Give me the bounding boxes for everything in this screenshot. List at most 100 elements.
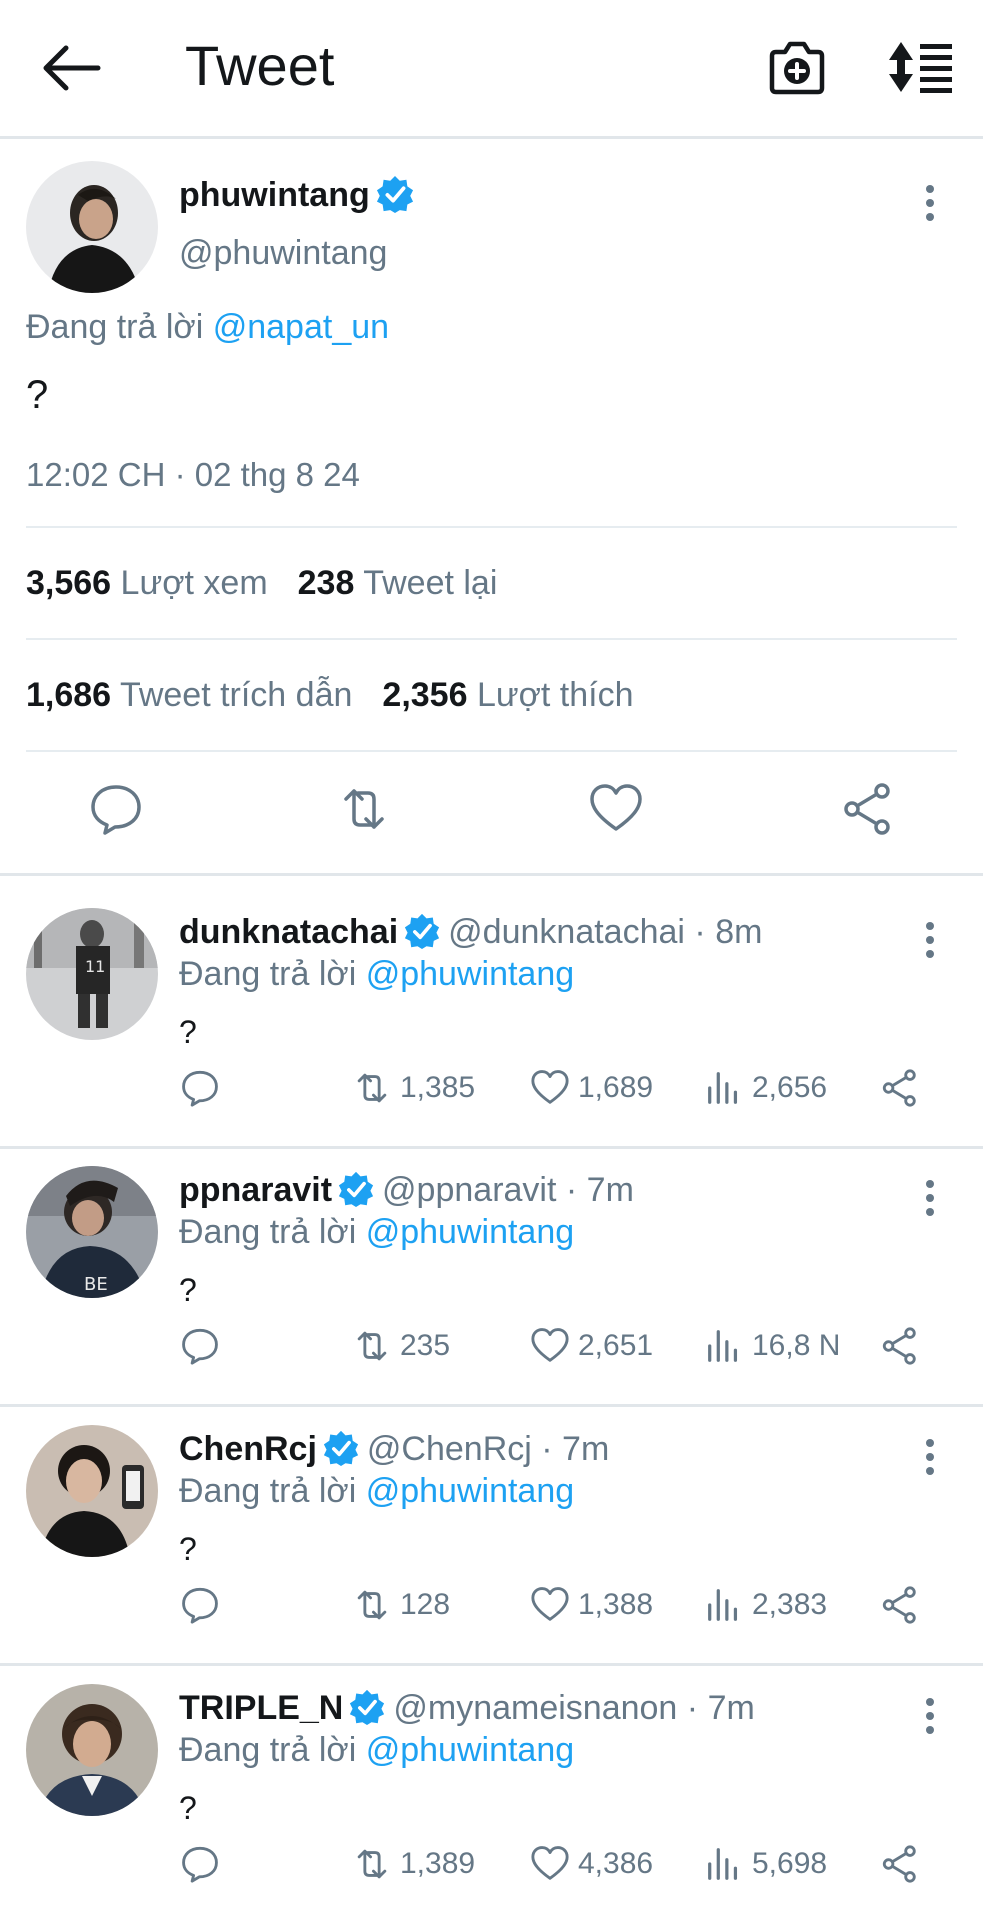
like-icon <box>531 1587 569 1621</box>
more-vertical-icon[interactable] <box>920 183 940 223</box>
reply-header: ppnaravit @ppnaravit · 7m <box>179 1170 634 1210</box>
likes-label: Lượt thích <box>476 676 634 714</box>
like-button[interactable]: 1,388 <box>530 1583 653 1627</box>
user-handle[interactable]: @mynameisnanon <box>393 1689 677 1727</box>
engagement-stats-row-2: 1,686 Tweet trích dẫn 2,356 Lượt thích <box>26 675 634 715</box>
tweet-text: ? <box>26 373 49 417</box>
reply-time: 8m <box>715 913 763 951</box>
quotes-stat[interactable]: 1,686 Tweet trích dẫn <box>26 676 352 714</box>
views-button[interactable]: 5,698 <box>704 1842 827 1886</box>
quotes-label: Tweet trích dẫn <box>119 676 353 714</box>
reply-tweet[interactable]: TRIPLE_N @mynameisnanon · 7m Đang trả lời… <box>0 1652 983 1910</box>
user-handle[interactable]: @phuwintang <box>179 233 387 273</box>
avatar[interactable]: BE <box>26 1166 158 1298</box>
more-vertical-icon[interactable] <box>920 920 940 960</box>
tweet-timestamp: 12:02 CH · 02 thg 8 24 <box>26 456 360 493</box>
like-icon[interactable] <box>588 781 644 837</box>
share-icon[interactable] <box>840 781 896 837</box>
retweet-button[interactable]: 1,389 <box>352 1842 475 1886</box>
replying-to-label: Đang trả lời <box>179 1731 357 1769</box>
mention-link[interactable]: @phuwintang <box>366 1731 574 1769</box>
reply-button[interactable] <box>180 1324 220 1368</box>
views-icon <box>708 1330 738 1362</box>
share-icon <box>882 1586 916 1624</box>
display-name[interactable]: ChenRcj <box>179 1430 317 1468</box>
reply-text: ? <box>179 1531 197 1567</box>
views-count: 16,8 N <box>752 1329 841 1362</box>
retweets-stat[interactable]: 238 Tweet lại <box>298 564 498 602</box>
separator-dot: · <box>684 913 716 951</box>
views-button[interactable]: 16,8 N <box>704 1324 840 1368</box>
retweet-icon <box>357 1073 387 1103</box>
reply-icon <box>182 1070 218 1107</box>
reply-tweet[interactable]: ChenRcj @ChenRcj · 7m Đang trả lời @phuwi… <box>0 1393 983 1651</box>
sort-icon[interactable] <box>888 40 954 94</box>
reply-button[interactable] <box>180 1066 220 1110</box>
avatar[interactable] <box>26 161 158 293</box>
retweet-icon <box>357 1849 387 1879</box>
likes-count: 2,356 <box>382 676 468 714</box>
like-count: 1,689 <box>578 1071 654 1104</box>
more-vertical-icon[interactable] <box>920 1178 940 1218</box>
display-name[interactable]: phuwintang <box>179 175 414 216</box>
views-stat[interactable]: 3,566 Lượt xem <box>26 564 268 602</box>
avatar[interactable] <box>26 1425 158 1557</box>
like-count: 4,386 <box>578 1847 654 1880</box>
retweet-icon <box>357 1590 387 1620</box>
display-name[interactable]: ppnaravit <box>179 1171 332 1209</box>
reply-action-bar: 1,389 4,386 5,698 <box>0 1842 983 1886</box>
retweets-count: 238 <box>297 564 355 602</box>
reply-tweet[interactable]: BE ppnaravit @ppnaravit · 7m Đang trả lời… <box>0 1134 983 1392</box>
svg-text:11: 11 <box>85 957 105 976</box>
reply-text: ? <box>179 1272 197 1308</box>
share-button[interactable] <box>880 1066 920 1110</box>
retweet-icon[interactable] <box>336 781 392 837</box>
reply-button[interactable] <box>180 1842 220 1886</box>
display-name[interactable]: dunknatachai <box>179 913 398 951</box>
like-icon <box>531 1846 569 1880</box>
replying-to-label: Đang trả lời <box>179 1213 357 1251</box>
avatar[interactable] <box>26 1684 158 1816</box>
separator-dot: · <box>556 1171 587 1209</box>
reply-icon <box>182 1846 218 1883</box>
user-handle[interactable]: @ppnaravit <box>382 1171 556 1209</box>
reply-tweet[interactable]: 11 dunknatachai @dunknatachai · 8m Đang t… <box>0 876 983 1134</box>
more-vertical-icon[interactable] <box>920 1696 940 1736</box>
like-button[interactable]: 1,689 <box>530 1066 653 1110</box>
views-count: 2,656 <box>752 1071 828 1104</box>
like-button[interactable]: 4,386 <box>530 1842 653 1886</box>
mention-link[interactable]: @phuwintang <box>366 1213 574 1251</box>
avatar[interactable]: 11 <box>26 908 158 1040</box>
back-arrow-icon[interactable] <box>42 44 102 92</box>
reply-icon[interactable] <box>88 781 144 837</box>
reply-header: ChenRcj @ChenRcj · 7m <box>179 1429 609 1469</box>
mention-link[interactable]: @phuwintang <box>366 1472 574 1510</box>
svg-text:BE: BE <box>84 1274 108 1295</box>
replying-to-label: Đang trả lời <box>179 955 357 993</box>
retweet-button[interactable]: 128 <box>352 1583 450 1627</box>
verified-badge-icon <box>350 1689 385 1726</box>
views-button[interactable]: 2,383 <box>704 1583 827 1627</box>
reply-icon <box>182 1328 218 1365</box>
like-icon <box>531 1328 569 1362</box>
more-vertical-icon[interactable] <box>920 1437 940 1477</box>
mention-link[interactable]: @napat_un <box>213 308 389 346</box>
camera-plus-icon[interactable] <box>768 40 826 96</box>
mention-link[interactable]: @phuwintang <box>366 955 574 993</box>
user-handle[interactable]: @dunknatachai <box>448 913 685 951</box>
retweet-button[interactable]: 235 <box>352 1324 450 1368</box>
share-button[interactable] <box>880 1583 920 1627</box>
divider <box>26 638 957 640</box>
user-handle[interactable]: @ChenRcj <box>367 1430 532 1468</box>
like-button[interactable]: 2,651 <box>530 1324 653 1368</box>
views-button[interactable]: 2,656 <box>704 1066 827 1110</box>
likes-stat[interactable]: 2,356 Lượt thích <box>382 676 633 714</box>
retweet-button[interactable]: 1,385 <box>352 1066 475 1110</box>
display-name[interactable]: TRIPLE_N <box>179 1689 343 1727</box>
share-button[interactable] <box>880 1842 920 1886</box>
reply-text: ? <box>179 1790 197 1826</box>
reply-button[interactable] <box>180 1583 220 1627</box>
separator-dot: · <box>531 1430 563 1468</box>
views-label: Lượt xem <box>120 564 268 602</box>
share-button[interactable] <box>880 1324 920 1368</box>
